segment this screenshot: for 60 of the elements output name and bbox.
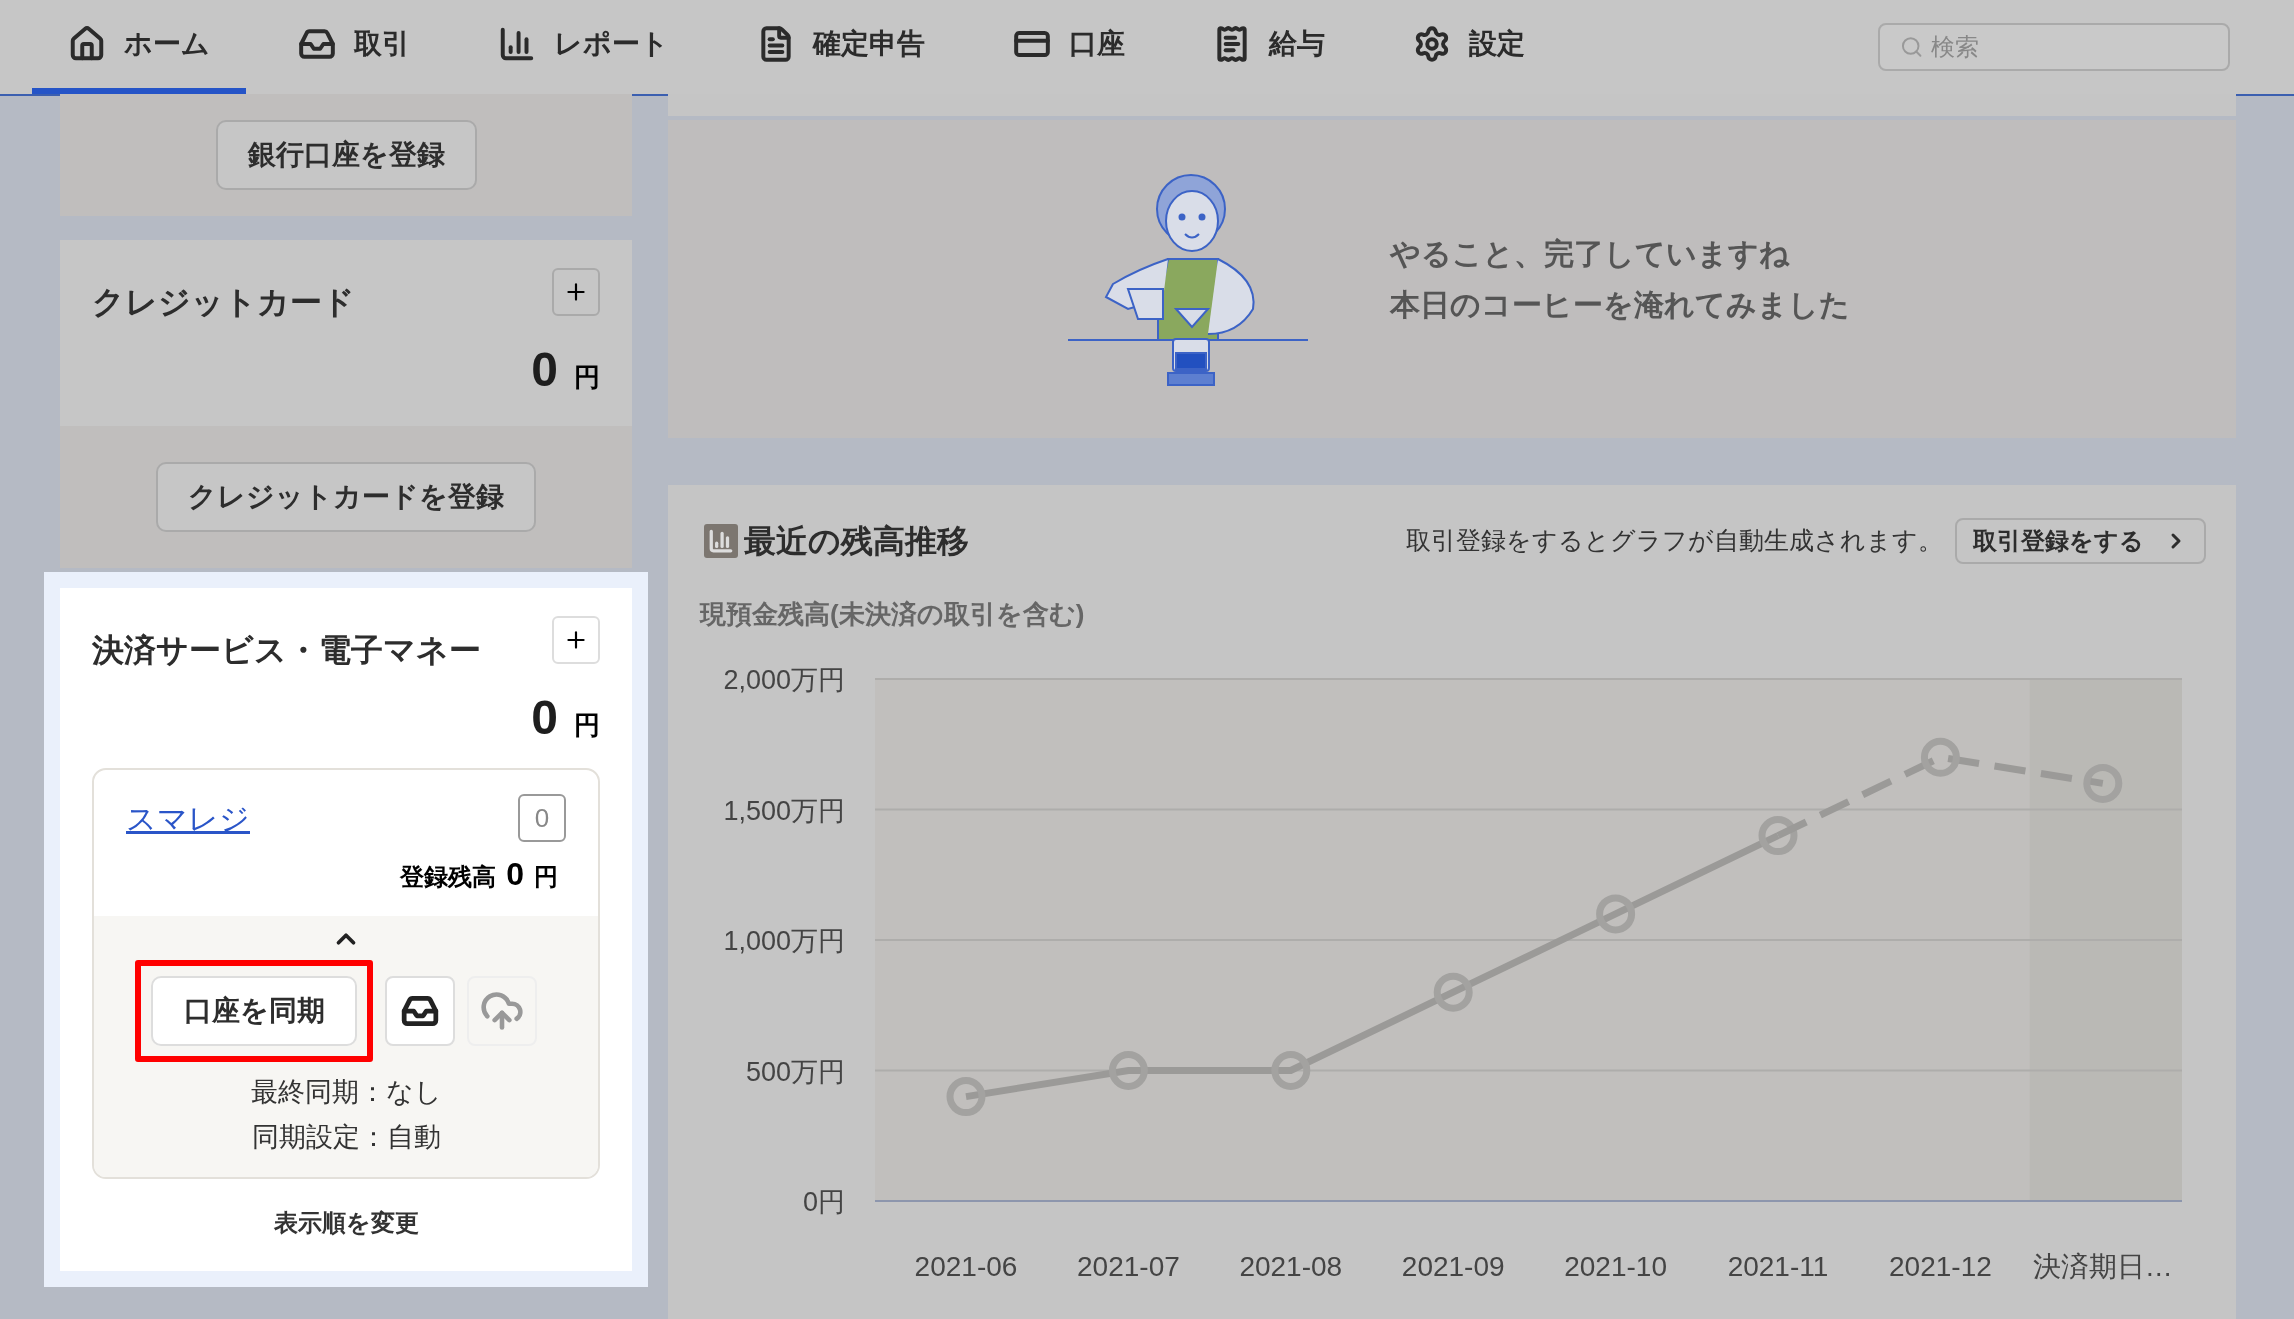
- nav-tab[interactable]: 取引: [262, 0, 446, 94]
- count-badge: 0: [518, 794, 566, 842]
- x-axis-label: 2021-06: [914, 1251, 1018, 1282]
- nav-tab[interactable]: 給与: [1177, 0, 1361, 94]
- cloud-upload-icon: [480, 989, 524, 1033]
- hint-text: 取引登録をするとグラフが自動生成されます。: [1406, 525, 1943, 557]
- nav-tab[interactable]: 確定申告: [721, 0, 961, 94]
- message-text: やること、完了していますね: [1390, 236, 1791, 272]
- chart-subtitle: 現預金残高(未決済の取引を含む): [700, 598, 1086, 631]
- sync-setting-text: 同期設定：自動: [251, 1120, 441, 1154]
- upload-button[interactable]: [467, 976, 537, 1046]
- y-axis-label: 0円: [802, 1187, 845, 1217]
- x-axis-label: 2021-12: [1889, 1251, 1992, 1282]
- search-icon: [1900, 34, 1924, 60]
- inbox-button[interactable]: [385, 976, 455, 1046]
- x-axis-label: 2021-08: [1239, 1251, 1343, 1282]
- currency-unit: 円: [574, 709, 600, 742]
- sync-account-button[interactable]: 口座を同期: [151, 976, 357, 1046]
- home-icon: [68, 25, 106, 63]
- data-point: [1758, 816, 1798, 856]
- settings-icon: [1413, 25, 1451, 63]
- report-icon: [498, 25, 536, 63]
- x-axis-label: 2021-09: [1401, 1251, 1505, 1282]
- nav-tab[interactable]: レポート: [462, 0, 705, 94]
- last-sync-text: 最終同期：なし: [250, 1076, 442, 1109]
- amount-value: 0: [531, 690, 558, 746]
- x-axis-label: 2021-10: [1564, 1251, 1667, 1282]
- y-axis-label: 500万円: [745, 1056, 845, 1087]
- search-field[interactable]: 検索: [1878, 23, 2230, 71]
- x-axis-label: 2021-11: [1727, 1251, 1829, 1282]
- balance-label: 登録残高: [400, 862, 497, 892]
- currency-unit: 円: [534, 862, 558, 892]
- card-title: クレジットカード: [92, 283, 355, 322]
- data-point: [2083, 763, 2123, 803]
- nav-tab[interactable]: 口座: [977, 0, 1161, 94]
- data-point: [1433, 972, 1473, 1012]
- data-point: [1596, 894, 1636, 934]
- y-axis-label: 1,500万円: [723, 795, 845, 826]
- account-link[interactable]: スマレジ: [126, 795, 250, 841]
- y-axis-label: 1,000万円: [723, 926, 845, 956]
- search-input[interactable]: 検索: [1931, 29, 2208, 65]
- reorder-link[interactable]: 表示順を変更: [273, 1205, 419, 1241]
- x-axis-label: 2021-07: [1077, 1251, 1180, 1282]
- add-button[interactable]: [552, 268, 600, 316]
- register-transaction-button[interactable]: 取引登録をする: [1955, 518, 2206, 564]
- data-point: [946, 1077, 986, 1117]
- register-bank-button[interactable]: 銀行口座を登録: [215, 120, 477, 190]
- nav-tab[interactable]: 設定: [1377, 0, 1561, 94]
- currency-unit: 円: [574, 361, 600, 394]
- chart-icon: [704, 524, 738, 558]
- data-point: [1108, 1051, 1148, 1090]
- panel-title: 最近の残高推移: [744, 522, 969, 561]
- message-text: 本日のコーヒーを淹れてみました: [1390, 287, 1850, 323]
- x-axis-label: 決済期日…: [2032, 1251, 2173, 1282]
- register-credit-card-button[interactable]: クレジットカードを登録: [156, 462, 536, 532]
- card-title: 決済サービス・電子マネー: [92, 631, 481, 670]
- balance-value: 0: [506, 855, 524, 894]
- amount-value: 0: [531, 342, 558, 398]
- data-point: [1920, 737, 1960, 777]
- y-axis-label: 2,000万円: [723, 665, 845, 695]
